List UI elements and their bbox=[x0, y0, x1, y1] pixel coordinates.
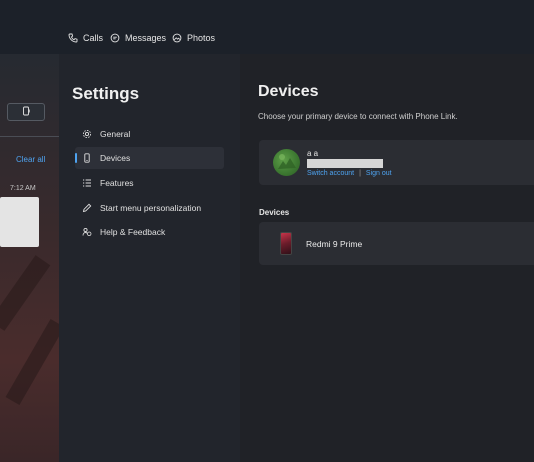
phone-thumbnail-icon bbox=[280, 232, 292, 255]
devices-page: Devices Choose your primary device to co… bbox=[240, 54, 534, 462]
avatar bbox=[273, 149, 300, 176]
device-card[interactable]: Redmi 9 Prime bbox=[259, 222, 534, 265]
account-links: Switch account | Sign out bbox=[307, 170, 392, 177]
phone-screen-icon bbox=[21, 103, 31, 121]
page-subtitle: Choose your primary device to connect wi… bbox=[258, 112, 458, 121]
account-name: a a bbox=[307, 149, 319, 158]
settings-item-label: Devices bbox=[100, 153, 131, 163]
settings-item-label: Features bbox=[100, 178, 134, 188]
wallpaper-shape bbox=[0, 255, 51, 331]
phone-device-icon bbox=[82, 153, 92, 163]
link-separator: | bbox=[359, 170, 361, 177]
settings-sidebar: Settings General Devices Features Start … bbox=[59, 54, 240, 462]
device-name: Redmi 9 Prime bbox=[306, 239, 363, 249]
settings-item-label: General bbox=[100, 129, 131, 139]
settings-item-features[interactable]: Features bbox=[75, 172, 224, 194]
active-indicator bbox=[75, 153, 77, 163]
sign-out-link[interactable]: Sign out bbox=[366, 170, 392, 177]
page-title: Devices bbox=[258, 83, 319, 100]
switch-account-link[interactable]: Switch account bbox=[307, 170, 354, 177]
clear-all-link[interactable]: Clear all bbox=[16, 155, 45, 164]
settings-title: Settings bbox=[72, 84, 140, 103]
help-people-icon bbox=[82, 227, 92, 237]
list-icon bbox=[82, 178, 92, 188]
tab-messages-label: Messages bbox=[125, 33, 167, 43]
notifications-panel: Clear all 7:12 AM bbox=[0, 54, 59, 462]
tab-messages[interactable]: Messages bbox=[110, 30, 166, 46]
chat-bubble-icon bbox=[110, 33, 120, 43]
photos-icon bbox=[172, 33, 182, 43]
tab-photos[interactable]: Photos bbox=[172, 30, 215, 46]
wallpaper-shape bbox=[5, 319, 59, 405]
devices-section-label: Devices bbox=[259, 208, 290, 217]
pen-icon bbox=[82, 203, 92, 213]
notification-card[interactable] bbox=[0, 197, 39, 247]
tab-calls[interactable]: Calls bbox=[68, 30, 103, 46]
top-nav-bar: Calls Messages Photos bbox=[0, 0, 534, 54]
settings-item-general[interactable]: General bbox=[75, 123, 224, 145]
notification-time: 7:12 AM bbox=[10, 185, 36, 192]
gear-icon bbox=[82, 129, 92, 139]
settings-item-devices[interactable]: Devices bbox=[75, 147, 224, 169]
phone-screen-button[interactable] bbox=[7, 103, 45, 121]
tab-calls-label: Calls bbox=[83, 33, 104, 43]
settings-item-help[interactable]: Help & Feedback bbox=[75, 221, 224, 243]
tab-photos-label: Photos bbox=[187, 33, 216, 43]
phone-icon bbox=[68, 33, 78, 43]
account-email-redacted bbox=[307, 159, 383, 168]
account-card: a a Switch account | Sign out bbox=[259, 140, 534, 185]
settings-item-start-menu[interactable]: Start menu personalization bbox=[75, 197, 224, 219]
settings-item-label: Help & Feedback bbox=[100, 227, 166, 237]
settings-item-label: Start menu personalization bbox=[100, 203, 202, 213]
divider bbox=[0, 136, 59, 137]
